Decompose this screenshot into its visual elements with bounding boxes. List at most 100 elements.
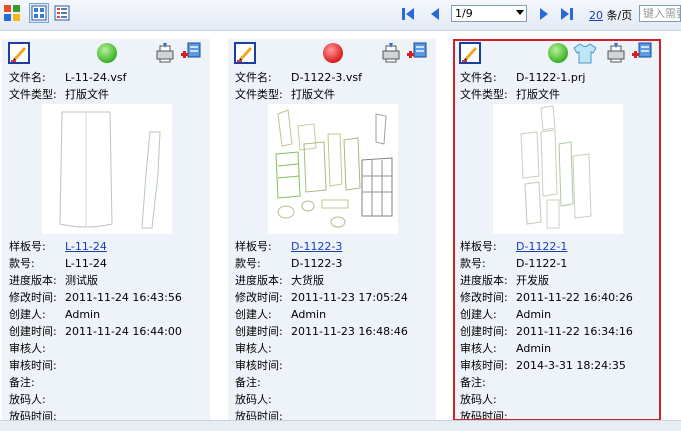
field-value: 测试版 xyxy=(65,274,98,287)
page-select-value: 1/9 xyxy=(455,7,473,20)
transfer-icon[interactable] xyxy=(404,42,428,64)
plotter-icon[interactable] xyxy=(154,42,176,64)
field-label: 款号: xyxy=(460,257,486,270)
pattern-preview-image xyxy=(59,111,161,229)
field-row: 创建人: Admin xyxy=(460,306,551,321)
status-indicator-icon xyxy=(97,43,117,63)
pattern-thumbnail[interactable] xyxy=(268,104,398,234)
transfer-icon[interactable] xyxy=(629,42,653,64)
field-label: 备注: xyxy=(460,376,486,389)
file-card[interactable]: 文件名: L-11-24.vsf 文件类型: 打版文件 样板号: L-11-24 款号:… xyxy=(2,39,210,421)
field-label: 修改时间: xyxy=(235,291,283,304)
field-row: 审核时间: xyxy=(235,357,291,372)
field-row: 审核人: Admin xyxy=(460,340,551,355)
filetype-row: 文件类型: 打版文件 xyxy=(235,88,335,101)
field-row: 创建人: Admin xyxy=(235,306,327,321)
field-row: 进度版本: 测试版 xyxy=(9,272,98,287)
field-value: 2011-11-22 16:40:26 xyxy=(516,291,633,304)
plotter-icon[interactable] xyxy=(380,42,402,64)
file-card[interactable]: 文件名: D-1122-3.vsf 文件类型: 打版文件 样板号: D-1122-3 款… xyxy=(228,39,436,421)
status-indicator-icon xyxy=(548,43,568,63)
field-row: 备注: xyxy=(460,374,516,389)
file-card-selected[interactable]: 文件名: D-1122-1.prj 文件类型: 打版文件 样板号: D-1122-1 款… xyxy=(453,39,661,421)
field-row: 款号: D-1122-1 xyxy=(460,255,568,270)
field-value: 2011-11-24 16:44:00 xyxy=(65,325,182,338)
field-row: 创建时间: 2011-11-23 16:48:46 xyxy=(235,323,408,338)
first-page-icon[interactable] xyxy=(400,5,416,23)
field-value: 2011-11-23 17:05:24 xyxy=(291,291,408,304)
file-card-grid: 文件名: L-11-24.vsf 文件类型: 打版文件 样板号: L-11-24 款号:… xyxy=(0,31,681,430)
filename-row: 文件名: D-1122-1.prj xyxy=(460,71,586,84)
status-indicator-icon xyxy=(323,43,343,63)
thumbnail-view-button[interactable] xyxy=(29,3,49,23)
per-page-count-link[interactable]: 20 xyxy=(589,9,603,22)
field-row: 修改时间: 2011-11-23 17:05:24 xyxy=(235,289,408,304)
field-label: 进度版本: xyxy=(235,274,283,287)
field-label: 审核时间: xyxy=(235,359,283,372)
filetype-value: 打版文件 xyxy=(65,88,109,101)
edit-pencil-icon[interactable] xyxy=(234,42,256,64)
pattern-number-link[interactable]: L-11-24 xyxy=(65,240,107,253)
field-value: D-1122-1 xyxy=(516,257,568,270)
field-row: 修改时间: 2011-11-24 16:43:56 xyxy=(9,289,182,304)
field-label: 审核人: xyxy=(9,342,46,355)
field-value: 大货版 xyxy=(291,274,324,287)
filename-row: 文件名: L-11-24.vsf xyxy=(9,71,127,84)
field-value: 2014-3-31 18:24:35 xyxy=(516,359,626,372)
field-row: 款号: L-11-24 xyxy=(9,255,107,270)
top-toolbar: 1/9 20 条/页 键入需要 xyxy=(0,0,681,31)
field-label: 创建人: xyxy=(9,308,46,321)
last-page-icon[interactable] xyxy=(559,5,575,23)
field-value: Admin xyxy=(291,308,327,321)
bottom-scroll-area[interactable] xyxy=(0,420,681,431)
filename-row: 文件名: D-1122-3.vsf xyxy=(235,71,363,84)
field-value: 2011-11-22 16:34:16 xyxy=(516,325,633,338)
filetype-row: 文件类型: 打版文件 xyxy=(460,88,560,101)
edit-pencil-icon[interactable] xyxy=(459,42,481,64)
search-input[interactable]: 键入需要 xyxy=(639,5,681,22)
field-label: 进度版本: xyxy=(460,274,508,287)
field-row: 放码人: xyxy=(9,391,65,406)
field-value: 2011-11-23 16:48:46 xyxy=(291,325,408,338)
pattern-thumbnail[interactable] xyxy=(42,104,172,234)
thumbnail-view-icon xyxy=(31,5,47,21)
pattern-preview-image xyxy=(275,109,393,228)
field-row: 创建时间: 2011-11-22 16:34:16 xyxy=(460,323,633,338)
field-label: 审核时间: xyxy=(9,359,57,372)
field-label: 修改时间: xyxy=(460,291,508,304)
filename-value: L-11-24.vsf xyxy=(65,71,127,84)
per-page-unit: 条/页 xyxy=(606,9,633,22)
field-row: 备注: xyxy=(235,374,291,389)
field-row: 样板号: L-11-24 xyxy=(9,238,107,253)
pattern-thumbnail[interactable] xyxy=(493,104,623,234)
field-label: 备注: xyxy=(9,376,35,389)
field-value: Admin xyxy=(65,308,101,321)
field-label: 放码人: xyxy=(235,393,272,406)
edit-pencil-icon[interactable] xyxy=(8,42,30,64)
field-row: 样板号: D-1122-1 xyxy=(460,238,567,253)
field-value: D-1122-3 xyxy=(291,257,343,270)
field-label: 放码人: xyxy=(460,393,497,406)
list-view-button[interactable] xyxy=(52,3,72,23)
plotter-icon[interactable] xyxy=(605,42,627,64)
field-label: 审核人: xyxy=(235,342,272,355)
prev-page-icon[interactable] xyxy=(428,5,442,23)
field-value: 2011-11-24 16:43:56 xyxy=(65,291,182,304)
app-grid-icon[interactable] xyxy=(2,3,22,23)
shirt-icon[interactable] xyxy=(573,42,597,64)
pattern-number-link[interactable]: D-1122-1 xyxy=(516,240,567,253)
field-label: 样板号: xyxy=(460,240,497,253)
field-label: 样板号: xyxy=(9,240,46,253)
field-label: 创建人: xyxy=(235,308,272,321)
field-label: 样板号: xyxy=(235,240,272,253)
field-label: 审核人: xyxy=(460,342,497,355)
field-row: 放码人: xyxy=(460,391,516,406)
page-select[interactable]: 1/9 xyxy=(451,5,527,22)
field-label: 创建时间: xyxy=(9,325,57,338)
field-row: 创建人: Admin xyxy=(9,306,101,321)
next-page-icon[interactable] xyxy=(537,5,551,23)
transfer-icon[interactable] xyxy=(178,42,202,64)
list-view-icon xyxy=(54,5,70,21)
pattern-number-link[interactable]: D-1122-3 xyxy=(291,240,342,253)
field-label: 修改时间: xyxy=(9,291,57,304)
